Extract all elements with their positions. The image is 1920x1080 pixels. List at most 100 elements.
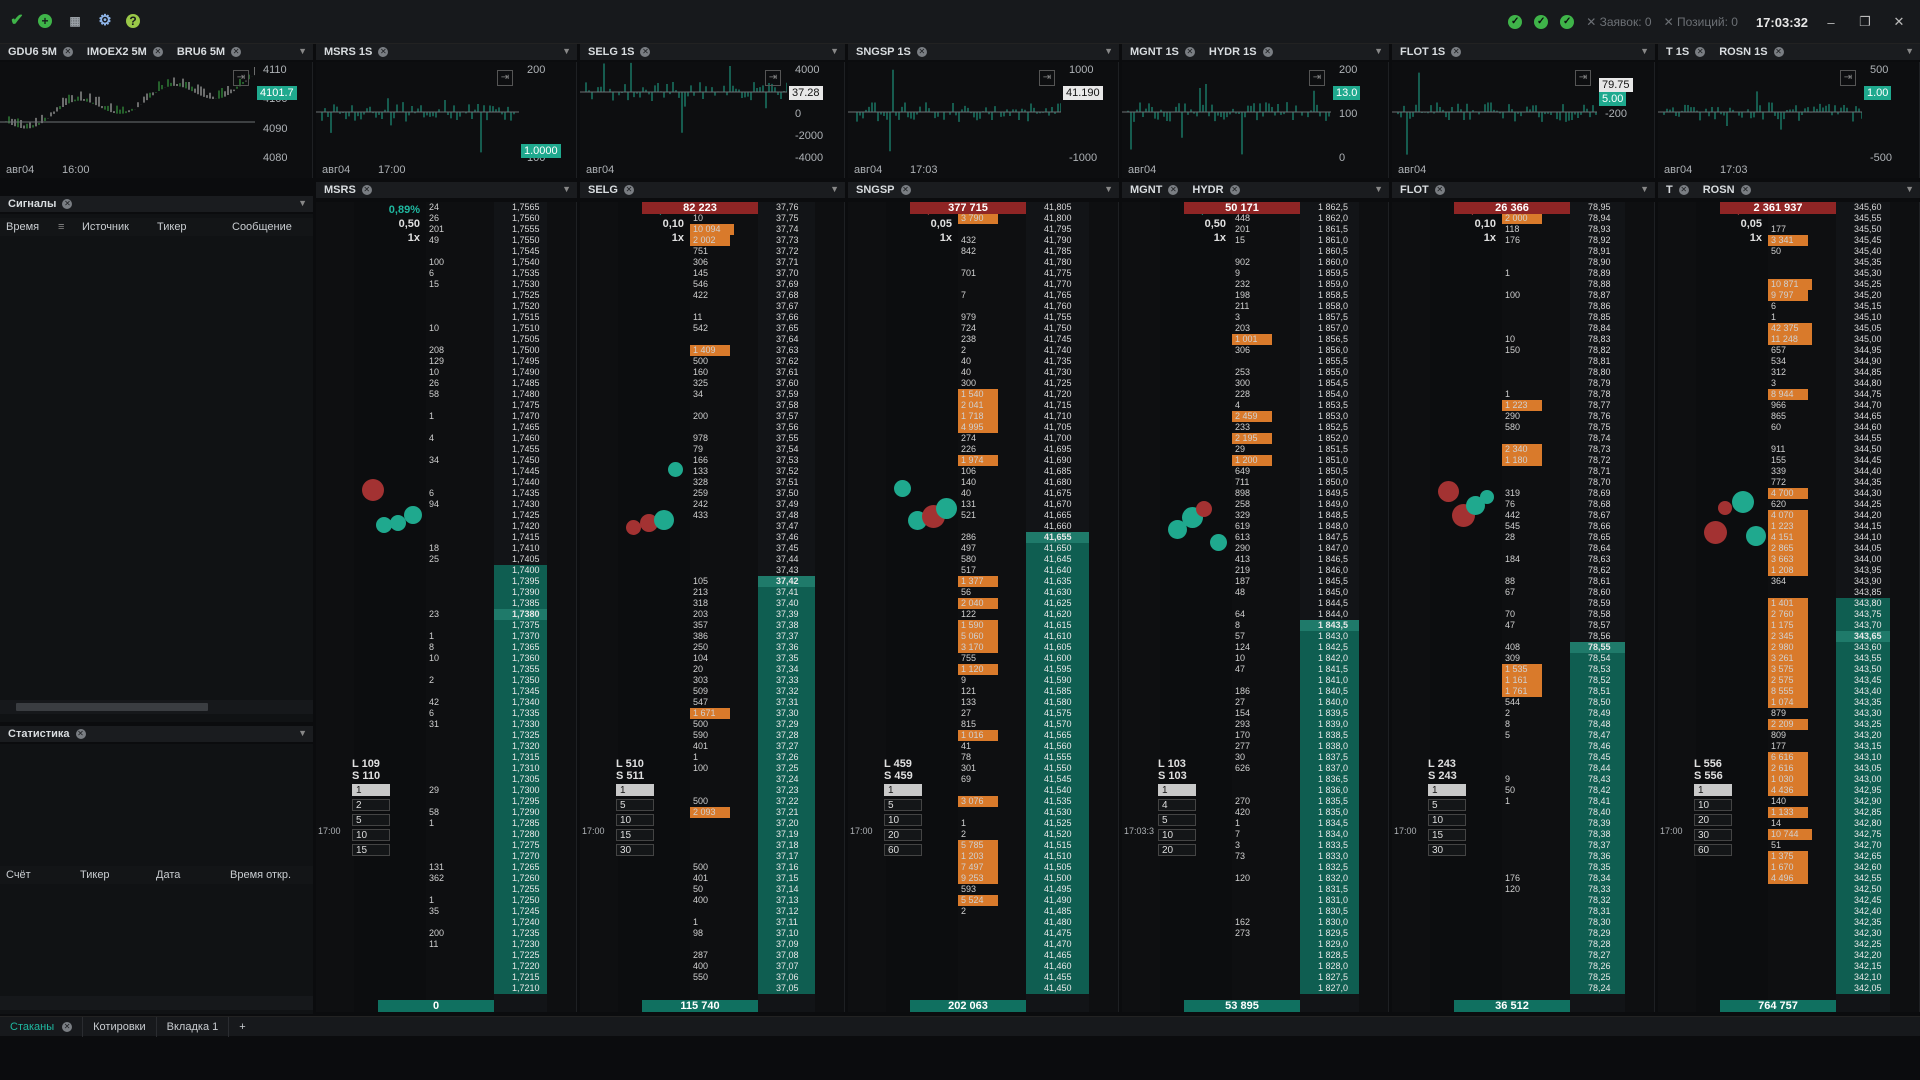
price-level[interactable]: 1,7375 bbox=[494, 620, 547, 631]
quantity-preset-button[interactable]: 20 bbox=[1694, 814, 1732, 826]
price-level[interactable]: 343,85 bbox=[1836, 587, 1890, 598]
price-level[interactable]: 343,10 bbox=[1836, 752, 1890, 763]
price-level[interactable]: 41,670 bbox=[1026, 499, 1089, 510]
price-level[interactable]: 37,09 bbox=[758, 939, 815, 950]
price-level[interactable]: 41,480 bbox=[1026, 917, 1089, 928]
price-level[interactable]: 37,07 bbox=[758, 961, 815, 972]
price-level[interactable]: 1 833,5 bbox=[1300, 840, 1359, 851]
price-level[interactable]: 344,50 bbox=[1836, 444, 1890, 455]
price-level[interactable]: 37,37 bbox=[758, 631, 815, 642]
quantity-preset-button[interactable]: 60 bbox=[1694, 844, 1732, 856]
price-level[interactable]: 37,19 bbox=[758, 829, 815, 840]
price-level[interactable]: 37,59 bbox=[758, 389, 815, 400]
close-window-icon[interactable]: ✕ bbox=[1888, 14, 1910, 30]
price-level[interactable]: 1,7385 bbox=[494, 598, 547, 609]
price-level[interactable]: 345,00 bbox=[1836, 334, 1890, 345]
price-level[interactable]: 37,12 bbox=[758, 906, 815, 917]
price-level[interactable]: 345,50 bbox=[1836, 224, 1890, 235]
price-level[interactable]: 344,80 bbox=[1836, 378, 1890, 389]
price-level[interactable]: 1 852,0 bbox=[1300, 433, 1359, 444]
price-level[interactable]: 41,645 bbox=[1026, 554, 1089, 565]
price-level[interactable]: 1 830,0 bbox=[1300, 917, 1359, 928]
price-level[interactable]: 78,80 bbox=[1570, 367, 1625, 378]
chart-autoscroll-icon[interactable]: ⇥ bbox=[1840, 70, 1856, 86]
price-chart[interactable]: ⇥41104100409040804101.7авг0416:00 bbox=[0, 62, 313, 178]
price-level[interactable]: 41,455 bbox=[1026, 972, 1089, 983]
price-level[interactable]: 1,7530 bbox=[494, 279, 547, 290]
price-level[interactable]: 78,34 bbox=[1570, 873, 1625, 884]
price-level[interactable]: 345,15 bbox=[1836, 301, 1890, 312]
price-level[interactable]: 41,540 bbox=[1026, 785, 1089, 796]
price-level[interactable]: 37,75 bbox=[758, 213, 815, 224]
price-level[interactable]: 1,7450 bbox=[494, 455, 547, 466]
order-book[interactable]: 37,76 37,75 37,74 37,73 37,72 37,71 37,70 37,69… bbox=[580, 202, 845, 1012]
price-level[interactable]: 1 855,0 bbox=[1300, 367, 1359, 378]
price-level[interactable]: 78,35 bbox=[1570, 862, 1625, 873]
price-level[interactable]: 37,67 bbox=[758, 301, 815, 312]
logo-check-icon[interactable]: ✔ bbox=[8, 12, 26, 30]
price-level[interactable]: 343,15 bbox=[1836, 741, 1890, 752]
price-level[interactable]: 1,7300 bbox=[494, 785, 547, 796]
price-level[interactable]: 1 861,0 bbox=[1300, 235, 1359, 246]
price-level[interactable]: 1,7310 bbox=[494, 763, 547, 774]
price-level[interactable]: 1,7410 bbox=[494, 543, 547, 554]
price-level[interactable]: 78,95 bbox=[1570, 202, 1625, 213]
chevron-down-icon[interactable]: ▼ bbox=[830, 184, 839, 194]
price-level[interactable]: 78,88 bbox=[1570, 279, 1625, 290]
close-tab-icon[interactable]: ✕ bbox=[916, 47, 927, 57]
price-level[interactable]: 41,500 bbox=[1026, 873, 1089, 884]
order-book[interactable]: 1,7565 1,7560 1,7555 1,7550 1,7545 1,7540 1,75… bbox=[316, 202, 577, 1012]
price-level[interactable]: 37,63 bbox=[758, 345, 815, 356]
price-level[interactable]: 1 838,0 bbox=[1300, 741, 1359, 752]
price-level[interactable]: 1,7235 bbox=[494, 928, 547, 939]
price-level[interactable]: 343,25 bbox=[1836, 719, 1890, 730]
price-level[interactable]: 342,30 bbox=[1836, 928, 1890, 939]
maximize-icon[interactable]: ❐ bbox=[1854, 14, 1876, 30]
chevron-down-icon[interactable]: ▼ bbox=[1374, 184, 1383, 194]
price-level[interactable]: 344,90 bbox=[1836, 356, 1890, 367]
price-level[interactable]: 343,95 bbox=[1836, 565, 1890, 576]
price-level[interactable]: 41,700 bbox=[1026, 433, 1089, 444]
price-level[interactable]: 1 846,0 bbox=[1300, 565, 1359, 576]
close-tab-icon[interactable]: ✕ bbox=[62, 199, 73, 209]
price-level[interactable]: 342,25 bbox=[1836, 939, 1890, 950]
price-level[interactable]: 41,460 bbox=[1026, 961, 1089, 972]
price-column[interactable]: 345,60 345,55 345,50 345,45 345,40 345,35 345,… bbox=[1836, 202, 1890, 1012]
price-level[interactable]: 1,7510 bbox=[494, 323, 547, 334]
price-level[interactable]: 41,620 bbox=[1026, 609, 1089, 620]
chart-tab-label[interactable]: ROSN 1S bbox=[1711, 46, 1773, 58]
price-level[interactable]: 1 829,0 bbox=[1300, 939, 1359, 950]
price-level[interactable]: 343,90 bbox=[1836, 576, 1890, 587]
price-level[interactable]: 37,64 bbox=[758, 334, 815, 345]
price-level[interactable]: 37,41 bbox=[758, 587, 815, 598]
price-level[interactable]: 342,85 bbox=[1836, 807, 1890, 818]
price-level[interactable]: 1,7350 bbox=[494, 675, 547, 686]
price-level[interactable]: 37,27 bbox=[758, 741, 815, 752]
orders-count[interactable]: ✕ Заявок: 0 bbox=[1586, 15, 1651, 29]
price-level[interactable]: 344,35 bbox=[1836, 477, 1890, 488]
price-level[interactable]: 37,70 bbox=[758, 268, 815, 279]
price-level[interactable]: 78,79 bbox=[1570, 378, 1625, 389]
chart-tab-label[interactable]: SNGSP 1S bbox=[848, 46, 917, 58]
price-level[interactable]: 37,16 bbox=[758, 862, 815, 873]
close-tab-icon[interactable]: ✕ bbox=[1451, 47, 1462, 57]
price-level[interactable]: 41,450 bbox=[1026, 983, 1089, 994]
price-level[interactable]: 78,71 bbox=[1570, 466, 1625, 477]
price-level[interactable]: 1 848,0 bbox=[1300, 521, 1359, 532]
price-level[interactable]: 78,56 bbox=[1570, 631, 1625, 642]
price-level[interactable]: 78,42 bbox=[1570, 785, 1625, 796]
price-level[interactable]: 1,7315 bbox=[494, 752, 547, 763]
price-level[interactable]: 41,675 bbox=[1026, 488, 1089, 499]
price-level[interactable]: 78,48 bbox=[1570, 719, 1625, 730]
quantity-preset-button[interactable]: 30 bbox=[1428, 844, 1466, 856]
price-level[interactable]: 78,77 bbox=[1570, 400, 1625, 411]
price-level[interactable]: 1 832,0 bbox=[1300, 873, 1359, 884]
grid-icon[interactable]: ▦ bbox=[66, 12, 84, 30]
price-level[interactable]: 78,40 bbox=[1570, 807, 1625, 818]
price-level[interactable]: 1,7425 bbox=[494, 510, 547, 521]
chart-autoscroll-icon[interactable]: ⇥ bbox=[497, 70, 513, 86]
price-level[interactable]: 41,525 bbox=[1026, 818, 1089, 829]
price-level[interactable]: 344,55 bbox=[1836, 433, 1890, 444]
price-level[interactable]: 1 827,0 bbox=[1300, 983, 1359, 994]
quantity-preset-button[interactable]: 1 bbox=[1694, 784, 1732, 796]
